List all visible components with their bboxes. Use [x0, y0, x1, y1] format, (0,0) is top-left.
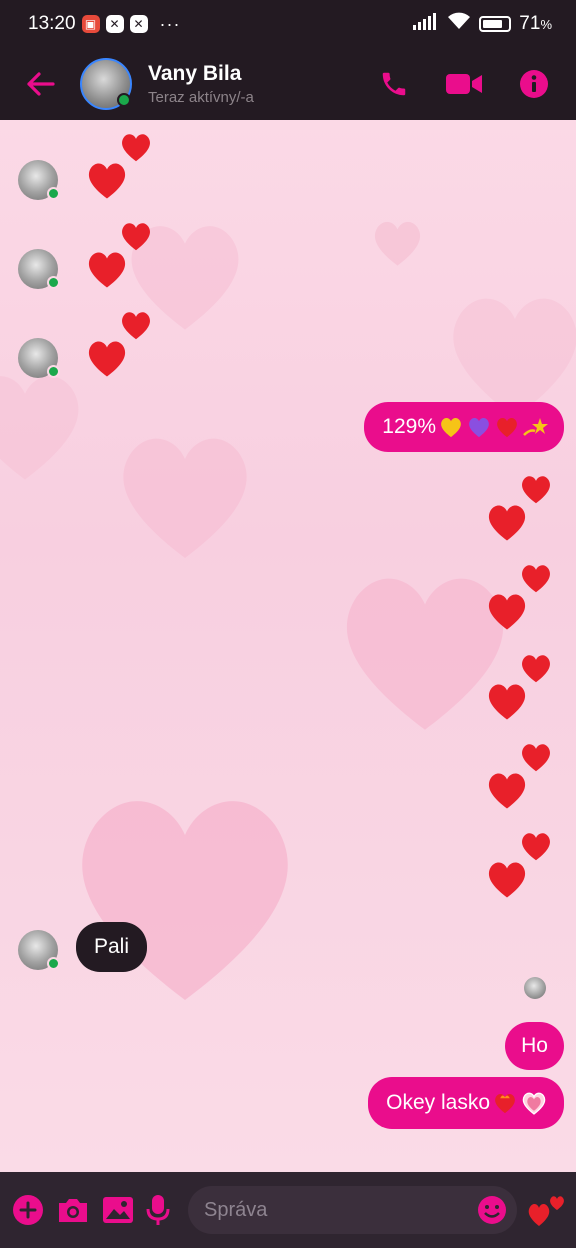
capcut-notification-icon: ✕	[105, 15, 124, 33]
sender-avatar[interactable]	[18, 338, 60, 378]
battery-percent: 71%	[519, 13, 552, 34]
send-heart-button[interactable]	[527, 1190, 567, 1230]
voice-message-button[interactable]	[146, 1187, 170, 1233]
video-camera-icon	[446, 74, 482, 94]
background-heart-decoration	[123, 438, 247, 558]
red-heart-icon	[488, 505, 526, 541]
contact-info[interactable]: Vany Bila Teraz aktívny/-a	[148, 62, 254, 106]
info-button[interactable]	[512, 64, 556, 104]
video-call-button[interactable]	[442, 64, 486, 104]
sender-avatar[interactable]	[18, 160, 60, 200]
back-arrow-icon	[27, 72, 55, 96]
background-heart-decoration	[82, 801, 288, 1000]
online-indicator	[47, 276, 60, 289]
red-heart-icon	[488, 862, 526, 898]
seen-receipt-avatar	[524, 977, 546, 999]
heart-on-fire-icon	[492, 1091, 518, 1115]
chat-thread[interactable]: 129% Pali Ho Okey lasko	[0, 120, 576, 1172]
contact-name: Vany Bila	[148, 62, 242, 85]
message-text: 129%	[382, 415, 436, 438]
status-bar: 13:20 ▣ ✕ ✕ ··· 71%	[0, 0, 576, 48]
signal-icon	[413, 12, 439, 36]
message-text: Ho	[521, 1034, 548, 1057]
app-notification-icon: ▣	[81, 15, 100, 33]
image-icon	[103, 1197, 133, 1223]
incoming-message[interactable]: Pali	[76, 922, 148, 972]
heart-reaction-message[interactable]	[484, 651, 556, 721]
red-heart-icon	[88, 341, 126, 377]
gallery-button[interactable]	[102, 1187, 134, 1233]
sender-avatar[interactable]	[18, 249, 60, 289]
audio-call-button[interactable]	[372, 64, 416, 104]
phone-icon	[382, 72, 406, 96]
quick-reaction-hearts-icon	[528, 1196, 564, 1226]
outgoing-message[interactable]: Ho	[505, 1022, 564, 1070]
more-actions-button[interactable]	[12, 1187, 44, 1233]
online-indicator	[47, 365, 60, 378]
more-notifications-indicator: ···	[159, 13, 181, 34]
status-time: 13:20	[28, 13, 76, 34]
battery-icon	[479, 16, 512, 32]
wifi-icon	[447, 12, 471, 36]
microphone-icon	[146, 1195, 170, 1225]
camera-icon	[59, 1199, 87, 1222]
message-input[interactable]	[188, 1186, 517, 1234]
heart-reaction-message[interactable]	[84, 308, 156, 378]
background-heart-decoration	[374, 221, 421, 266]
red-heart-icon	[494, 415, 520, 439]
back-button[interactable]	[20, 64, 60, 104]
red-heart-icon	[488, 594, 526, 630]
purple-heart-icon	[466, 415, 492, 439]
heart-reaction-message[interactable]	[484, 472, 556, 542]
red-heart-icon	[488, 684, 526, 720]
capcut-notification-icon: ✕	[129, 15, 148, 33]
contact-avatar[interactable]	[80, 58, 132, 110]
chat-header: Vany Bila Teraz aktívny/-a	[0, 48, 576, 120]
plus-circle-icon	[13, 1195, 43, 1225]
contact-status: Teraz aktívny/-a	[148, 89, 254, 106]
message-text: Okey lasko	[386, 1091, 490, 1114]
info-icon	[520, 70, 548, 98]
online-indicator	[117, 93, 131, 107]
outgoing-message[interactable]: Okey lasko	[368, 1077, 564, 1129]
camera-button[interactable]	[56, 1187, 90, 1233]
online-indicator	[47, 187, 60, 200]
sender-avatar[interactable]	[18, 930, 60, 970]
emoji-picker-icon[interactable]	[477, 1195, 507, 1225]
heart-reaction-message[interactable]	[84, 219, 156, 289]
heart-reaction-message[interactable]	[484, 829, 556, 899]
yellow-heart-icon	[438, 415, 464, 439]
background-heart-decoration	[0, 376, 79, 480]
message-text: Pali	[94, 935, 130, 958]
message-composer	[0, 1172, 576, 1248]
red-heart-icon	[88, 163, 126, 199]
heart-with-ribbon-icon	[520, 1090, 548, 1116]
red-heart-icon	[488, 773, 526, 809]
outgoing-message[interactable]: 129%	[364, 402, 564, 452]
heart-reaction-message[interactable]	[484, 740, 556, 810]
online-indicator	[47, 957, 60, 970]
red-heart-icon	[88, 252, 126, 288]
heart-reaction-message[interactable]	[484, 561, 556, 631]
heart-reaction-message[interactable]	[84, 130, 156, 200]
dizzy-star-icon	[522, 415, 548, 439]
